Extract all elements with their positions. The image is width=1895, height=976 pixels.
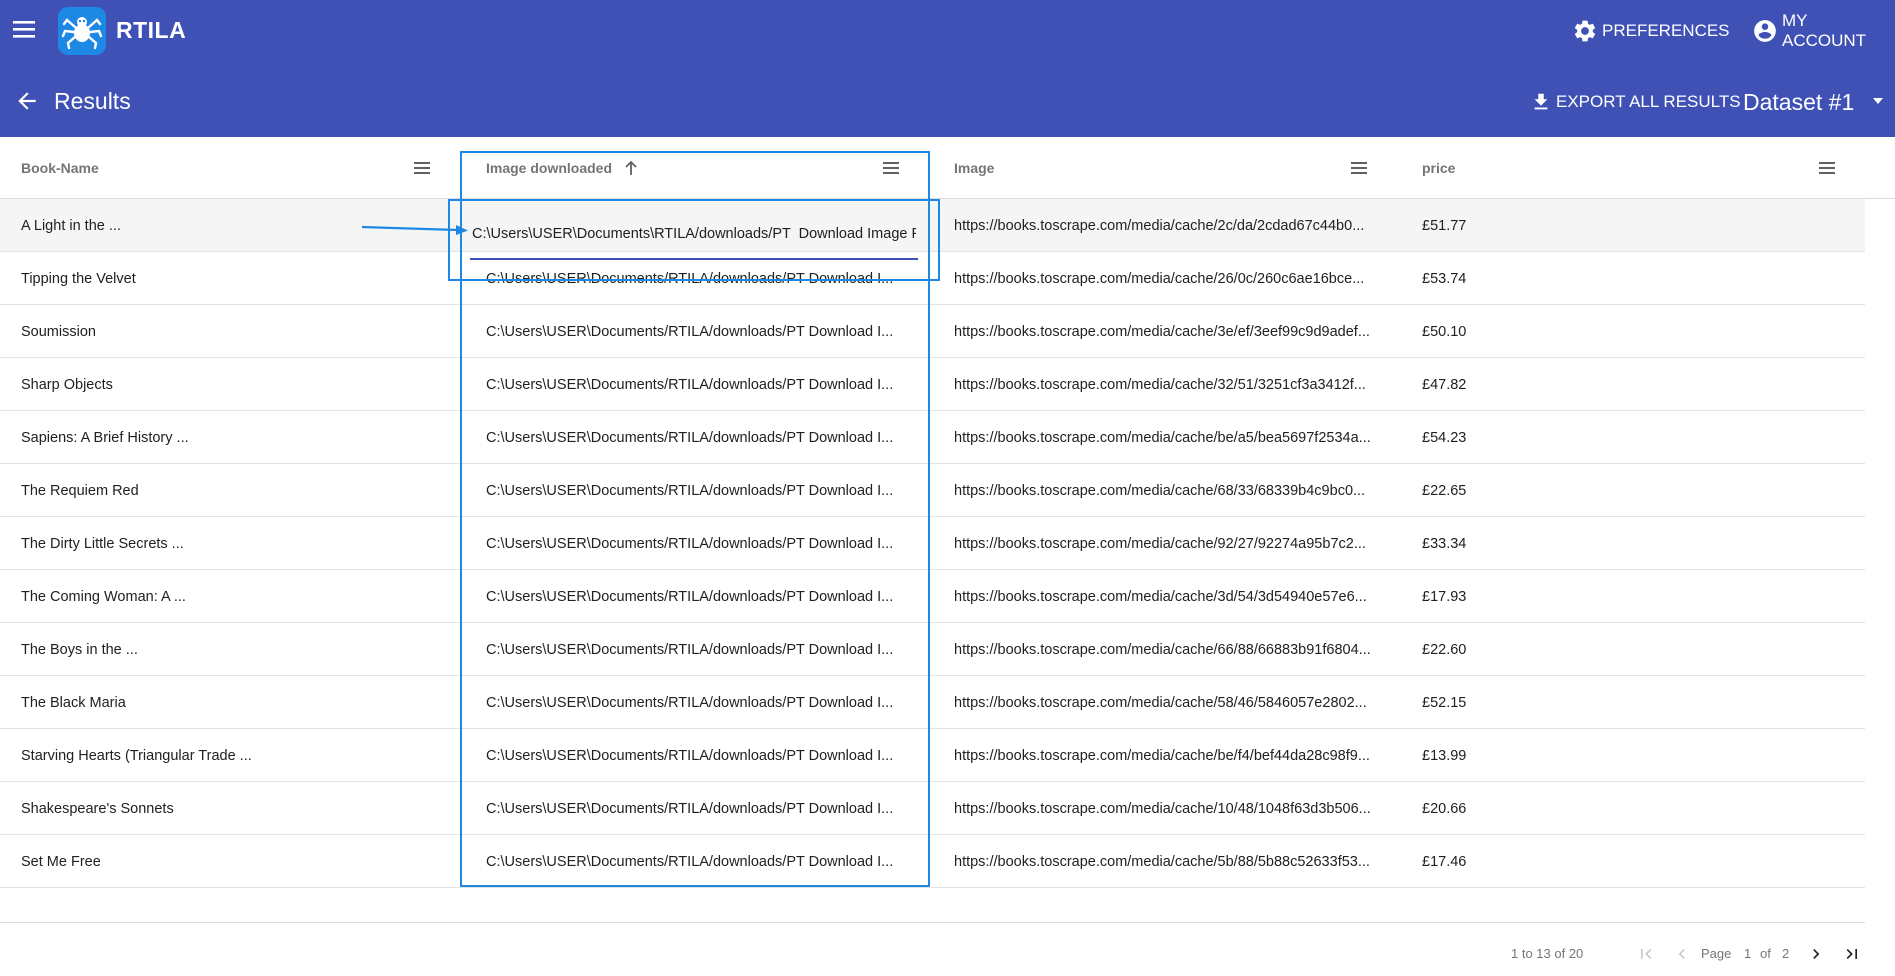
my-account-button[interactable]: MY ACCOUNT <box>1752 11 1895 50</box>
cell-book-name[interactable]: The Coming Woman: A ... <box>21 570 441 623</box>
column-header-image[interactable]: Image <box>954 137 994 199</box>
cell-book-name[interactable]: Shakespeare's Sonnets <box>21 782 441 835</box>
preferences-label: PREFERENCES <box>1602 21 1730 40</box>
cell-image-url[interactable]: https://books.toscrape.com/media/cache/2… <box>954 252 1374 305</box>
last-page-icon[interactable] <box>1842 944 1862 964</box>
table-row[interactable]: The Black Maria C:\Users\USER\Documents/… <box>0 676 1865 729</box>
cell-price[interactable]: £17.46 <box>1422 835 1622 888</box>
editing-cell-highlight-box <box>448 199 940 281</box>
next-page-icon[interactable] <box>1806 944 1826 964</box>
export-all-results-button[interactable]: EXPORT ALL RESULTS <box>1530 90 1741 114</box>
of-label: of <box>1760 946 1771 961</box>
column-header-label: Book-Name <box>21 160 99 176</box>
cell-image-url[interactable]: https://books.toscrape.com/media/cache/3… <box>954 358 1374 411</box>
table-row[interactable]: The Requiem Red C:\Users\USER\Documents/… <box>0 464 1865 517</box>
table-row[interactable]: The Dirty Little Secrets ... C:\Users\US… <box>0 517 1865 570</box>
cell-image-url[interactable]: https://books.toscrape.com/media/cache/6… <box>954 623 1374 676</box>
account-circle-icon <box>1752 18 1778 44</box>
table-row[interactable]: Starving Hearts (Triangular Trade ... C:… <box>0 729 1865 782</box>
gear-icon <box>1572 18 1598 44</box>
cell-price[interactable]: £22.65 <box>1422 464 1622 517</box>
cell-book-name[interactable]: The Boys in the ... <box>21 623 441 676</box>
cell-image-url[interactable]: https://books.toscrape.com/media/cache/5… <box>954 676 1374 729</box>
cell-image-url[interactable]: https://books.toscrape.com/media/cache/3… <box>954 305 1374 358</box>
cell-image-url[interactable]: https://books.toscrape.com/media/cache/5… <box>954 835 1374 888</box>
my-account-label: MY ACCOUNT <box>1782 11 1867 50</box>
column-header-book-name[interactable]: Book-Name <box>21 137 99 199</box>
table-row[interactable]: The Boys in the ... C:\Users\USER\Docume… <box>0 623 1865 676</box>
cell-book-name[interactable]: Sapiens: A Brief History ... <box>21 411 441 464</box>
cell-book-name[interactable]: Sharp Objects <box>21 358 441 411</box>
table-row[interactable]: Sapiens: A Brief History ... C:\Users\US… <box>0 411 1865 464</box>
cell-price[interactable]: £13.99 <box>1422 729 1622 782</box>
cell-price[interactable]: £54.23 <box>1422 411 1622 464</box>
cell-image-url[interactable]: https://books.toscrape.com/media/cache/1… <box>954 782 1374 835</box>
cell-price[interactable]: £53.74 <box>1422 252 1622 305</box>
column-header-label: price <box>1422 160 1456 176</box>
cell-price[interactable]: £51.77 <box>1422 199 1622 252</box>
arrow-back-icon[interactable] <box>14 88 40 114</box>
cell-price[interactable]: £20.66 <box>1422 782 1622 835</box>
table-row[interactable]: Set Me Free C:\Users\USER\Documents/RTIL… <box>0 835 1865 888</box>
cell-book-name[interactable]: Tipping the Velvet <box>21 252 441 305</box>
cell-image-url[interactable]: https://books.toscrape.com/media/cache/9… <box>954 517 1374 570</box>
cell-image-url[interactable]: https://books.toscrape.com/media/cache/6… <box>954 464 1374 517</box>
cell-book-name[interactable]: Soumission <box>21 305 441 358</box>
app-bar: RTILA PREFERENCES MY ACCOUNT <box>0 0 1895 62</box>
cell-price[interactable]: £33.34 <box>1422 517 1622 570</box>
current-page: 1 <box>1744 946 1752 961</box>
cell-image-url[interactable]: https://books.toscrape.com/media/cache/b… <box>954 729 1374 782</box>
cell-image-url[interactable]: https://books.toscrape.com/media/cache/3… <box>954 570 1374 623</box>
table-row[interactable]: Shakespeare's Sonnets C:\Users\USER\Docu… <box>0 782 1865 835</box>
app-brand: RTILA <box>116 17 187 43</box>
table-row[interactable]: Sharp Objects C:\Users\USER\Documents/RT… <box>0 358 1865 411</box>
column-header-label: Image <box>954 160 995 176</box>
previous-page-icon[interactable] <box>1672 944 1692 964</box>
column-menu-icon[interactable] <box>1819 161 1837 175</box>
cell-book-name[interactable]: The Black Maria <box>21 676 441 729</box>
page-label: Page <box>1701 946 1732 961</box>
dropdown-caret-icon <box>1873 98 1883 104</box>
dataset-selected-value: Dataset #1 <box>1743 88 1855 115</box>
download-icon <box>1530 90 1552 114</box>
table-row[interactable]: The Coming Woman: A ... C:\Users\USER\Do… <box>0 570 1865 623</box>
column-menu-icon[interactable] <box>414 161 432 175</box>
pagination-summary: 1 to 13 of 20 <box>1511 946 1584 961</box>
annotation-arrow-icon <box>362 222 470 236</box>
total-pages: 2 <box>1782 946 1790 961</box>
results-toolbar: Results EXPORT ALL RESULTS Dataset #1 <box>0 62 1895 137</box>
grid-header: Book-Name Image downloaded Image price <box>0 137 1895 199</box>
table-row[interactable]: Soumission C:\Users\USER\Documents/RTILA… <box>0 305 1865 358</box>
column-header-price[interactable]: price <box>1422 137 1455 199</box>
dataset-select[interactable]: Dataset #1 <box>1743 86 1883 118</box>
preferences-button[interactable]: PREFERENCES <box>1572 18 1730 44</box>
export-all-results-label: EXPORT ALL RESULTS <box>1556 92 1741 111</box>
cell-image-url[interactable]: https://books.toscrape.com/media/cache/b… <box>954 411 1374 464</box>
cell-book-name[interactable]: The Requiem Red <box>21 464 441 517</box>
menu-icon[interactable] <box>12 18 42 44</box>
cell-price[interactable]: £47.82 <box>1422 358 1622 411</box>
cell-book-name[interactable]: Set Me Free <box>21 835 441 888</box>
grid-footer-divider <box>0 922 1865 923</box>
first-page-icon[interactable] <box>1636 944 1656 964</box>
cell-book-name[interactable]: Starving Hearts (Triangular Trade ... <box>21 729 441 782</box>
cell-book-name[interactable]: The Dirty Little Secrets ... <box>21 517 441 570</box>
cell-price[interactable]: £52.15 <box>1422 676 1622 729</box>
column-menu-icon[interactable] <box>1351 161 1369 175</box>
cell-image-url[interactable]: https://books.toscrape.com/media/cache/2… <box>954 199 1374 252</box>
page-title: Results <box>54 88 131 114</box>
cell-price[interactable]: £22.60 <box>1422 623 1622 676</box>
cell-price[interactable]: £17.93 <box>1422 570 1622 623</box>
spider-logo <box>58 7 106 55</box>
cell-price[interactable]: £50.10 <box>1422 305 1622 358</box>
